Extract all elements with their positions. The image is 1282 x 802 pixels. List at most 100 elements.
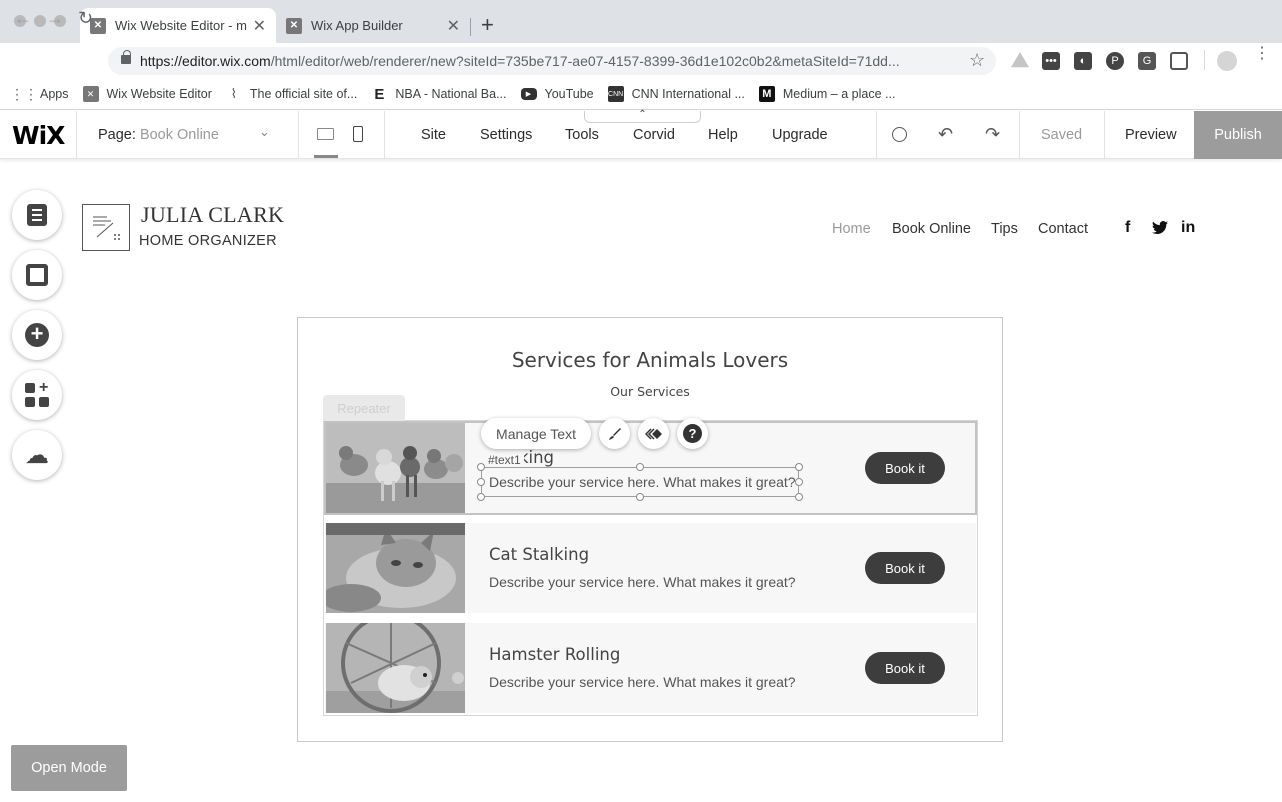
bookmark-youtube[interactable]: ▶ YouTube bbox=[520, 87, 594, 101]
resize-handle[interactable] bbox=[636, 463, 644, 471]
service-image-hamster[interactable] bbox=[326, 623, 465, 713]
nav-tips[interactable]: Tips bbox=[991, 221, 1018, 237]
site-subtitle[interactable]: HOME ORGANIZER bbox=[139, 233, 277, 249]
desktop-view-icon[interactable] bbox=[317, 128, 334, 140]
background-button[interactable] bbox=[12, 250, 62, 300]
resize-handle[interactable] bbox=[477, 478, 485, 486]
add-apps-button[interactable]: + bbox=[12, 370, 62, 420]
nav-home[interactable]: Home bbox=[832, 221, 871, 237]
nfl-icon: ⌇ bbox=[230, 86, 238, 101]
wix-logo: WiX bbox=[12, 121, 65, 150]
medium-icon: M bbox=[758, 86, 775, 102]
resize-handle[interactable] bbox=[636, 493, 644, 501]
menu-site[interactable]: Site bbox=[421, 127, 446, 143]
manage-text-button[interactable]: Manage Text bbox=[481, 418, 591, 449]
url-host: https://editor.wix.com bbox=[140, 53, 271, 69]
resize-handle[interactable] bbox=[477, 463, 485, 471]
page-label: Page: bbox=[98, 127, 136, 143]
nba-icon: E bbox=[374, 85, 385, 103]
browser-menu-icon[interactable]: ⋮ bbox=[1254, 46, 1270, 62]
profile-avatar[interactable] bbox=[1217, 51, 1237, 71]
bookmark-medium[interactable]: M Medium – a place ... bbox=[758, 86, 895, 102]
repeater-tag[interactable]: Repeater bbox=[323, 395, 405, 421]
menu-tools[interactable]: Tools bbox=[565, 127, 599, 143]
pinterest-extension-icon[interactable]: P bbox=[1106, 52, 1124, 70]
bookmark-apps[interactable]: ⋮⋮ Apps bbox=[10, 86, 69, 102]
publish-button[interactable]: Publish bbox=[1194, 111, 1282, 159]
resize-handle[interactable] bbox=[795, 463, 803, 471]
resize-handle[interactable] bbox=[795, 493, 803, 501]
zoom-out-icon[interactable] bbox=[892, 127, 907, 142]
add-elements-button[interactable]: + bbox=[12, 310, 62, 360]
page-selector[interactable]: Page: Book Online bbox=[98, 127, 219, 143]
site-name[interactable]: JULIA CLARK bbox=[141, 202, 284, 228]
page-value: Book Online bbox=[139, 127, 219, 143]
service-image-cat[interactable] bbox=[326, 523, 465, 613]
toolbar-divider bbox=[1204, 50, 1205, 70]
bookmark-nba[interactable]: E NBA - National Ba... bbox=[371, 85, 506, 103]
bookmark-wix-editor[interactable]: ✕ Wix Website Editor bbox=[82, 86, 212, 102]
book-it-button[interactable]: Book it bbox=[865, 652, 945, 684]
window-minimize-dot[interactable] bbox=[34, 15, 46, 27]
cloud-upload-icon: ☁ bbox=[25, 441, 49, 469]
tab-wix-editor[interactable]: ✕ Wix Website Editor - m ✕ bbox=[80, 8, 276, 43]
collapse-topbar-chevron-icon[interactable]: ⌃ bbox=[584, 110, 701, 123]
book-it-button[interactable]: Book it bbox=[865, 552, 945, 584]
menu-settings[interactable]: Settings bbox=[480, 127, 532, 143]
menu-corvid[interactable]: Corvid bbox=[633, 127, 675, 143]
translate-extension-icon[interactable]: G bbox=[1138, 52, 1156, 70]
reload-icon[interactable]: ↻ bbox=[78, 9, 93, 27]
services-title[interactable]: Services for Animals Lovers bbox=[297, 348, 1003, 372]
undo-icon[interactable]: ↶ bbox=[938, 124, 953, 145]
chevron-down-icon[interactable]: ⌄ bbox=[259, 124, 270, 140]
preview-button[interactable]: Preview bbox=[1125, 127, 1177, 143]
cnn-icon: CNN bbox=[607, 86, 624, 102]
bookmark-nfl[interactable]: ⌇ The official site of... bbox=[226, 86, 358, 102]
bookmark-label: CNN International ... bbox=[631, 87, 745, 101]
twitter-icon[interactable] bbox=[1152, 221, 1168, 235]
facebook-icon[interactable]: f bbox=[1125, 219, 1130, 237]
menu-upgrade[interactable]: Upgrade bbox=[772, 127, 828, 143]
service-description[interactable]: Describe your service here. What makes i… bbox=[489, 574, 796, 590]
apps-icon: + bbox=[25, 380, 49, 407]
address-bar[interactable]: https://editor.wix.com/html/editor/web/r… bbox=[108, 47, 996, 75]
new-tab-plus-icon[interactable]: + bbox=[481, 14, 494, 36]
service-name[interactable]: Cat Stalking bbox=[489, 545, 589, 564]
bookmark-star-icon[interactable]: ☆ bbox=[969, 50, 985, 71]
nav-contact[interactable]: Contact bbox=[1038, 221, 1088, 237]
bookmark-label: Apps bbox=[40, 87, 69, 101]
tab-close-icon[interactable]: ✕ bbox=[447, 16, 460, 36]
background-icon bbox=[26, 264, 48, 286]
mobile-view-icon[interactable] bbox=[353, 126, 363, 142]
bookmark-cnn[interactable]: CNN CNN International ... bbox=[607, 86, 745, 102]
resize-handle[interactable] bbox=[795, 478, 803, 486]
site-logo-icon[interactable] bbox=[82, 204, 130, 251]
service-description[interactable]: Describe your service here. What makes i… bbox=[489, 674, 796, 690]
bookmarks-bar: ⋮⋮ Apps ✕ Wix Website Editor ⌇ The offic… bbox=[0, 79, 1282, 110]
bulb-extension-icon[interactable]: ◐ bbox=[1074, 52, 1092, 70]
pages-menu-button[interactable] bbox=[12, 190, 62, 240]
design-brush-button[interactable] bbox=[599, 418, 630, 449]
more-extension-icon[interactable]: ••• bbox=[1042, 52, 1060, 70]
brush-icon bbox=[608, 427, 621, 440]
open-mode-button[interactable]: Open Mode bbox=[11, 745, 127, 791]
animation-button[interactable] bbox=[638, 418, 669, 449]
help-button[interactable]: ? bbox=[677, 418, 708, 449]
service-name[interactable]: Hamster Rolling bbox=[489, 645, 620, 664]
screenshot-extension-icon[interactable] bbox=[1170, 52, 1188, 70]
pages-icon bbox=[27, 204, 47, 226]
redo-icon[interactable]: ↷ bbox=[985, 124, 1000, 145]
back-arrow-icon[interactable]: ← bbox=[14, 9, 32, 27]
topbar-divider bbox=[384, 111, 385, 159]
nav-book-online[interactable]: Book Online bbox=[892, 221, 971, 237]
topbar-divider bbox=[876, 111, 877, 159]
tab-wix-app-builder[interactable]: ✕ Wix App Builder ✕ bbox=[276, 8, 470, 43]
linkedin-icon[interactable]: in bbox=[1181, 219, 1195, 237]
forward-arrow-icon[interactable]: → bbox=[46, 9, 64, 27]
resize-handle[interactable] bbox=[477, 493, 485, 501]
bookmark-label: YouTube bbox=[544, 87, 594, 101]
upload-media-button[interactable]: ☁ bbox=[12, 430, 62, 480]
menu-help[interactable]: Help bbox=[708, 127, 738, 143]
tab-close-icon[interactable]: ✕ bbox=[253, 16, 266, 36]
lock-icon bbox=[121, 50, 131, 64]
